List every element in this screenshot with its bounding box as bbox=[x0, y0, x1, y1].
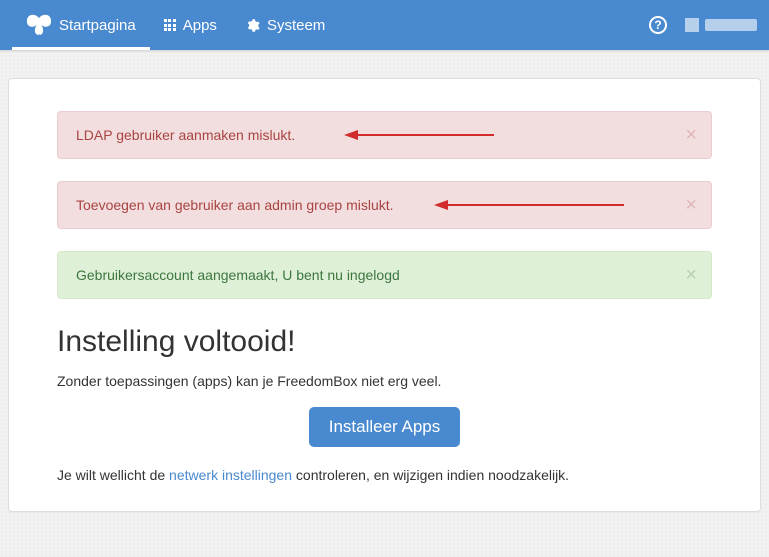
hint-suffix: controleren, en wijzigen indien noodzake… bbox=[292, 467, 569, 483]
nav-system[interactable]: Systeem bbox=[231, 0, 339, 50]
close-icon[interactable]: × bbox=[685, 195, 697, 215]
alert-admin-group-fail: Toevoegen van gebruiker aan admin groep … bbox=[57, 181, 712, 229]
alert-text: Gebruikersaccount aangemaakt, U bent nu … bbox=[76, 267, 400, 283]
nav-home[interactable]: Startpagina bbox=[12, 0, 150, 50]
hint-prefix: Je wilt wellicht de bbox=[57, 467, 169, 483]
network-settings-link[interactable]: netwerk instellingen bbox=[169, 467, 292, 483]
top-navbar: Startpagina Apps Systeem ? bbox=[0, 0, 769, 50]
butterfly-icon bbox=[26, 14, 52, 36]
apps-grid-icon bbox=[164, 19, 176, 31]
main-panel: LDAP gebruiker aanmaken mislukt. × Toevo… bbox=[8, 78, 761, 512]
nav-home-label: Startpagina bbox=[59, 17, 136, 34]
nav-system-label: Systeem bbox=[267, 17, 325, 34]
nav-apps-label: Apps bbox=[183, 17, 217, 34]
alert-text: LDAP gebruiker aanmaken mislukt. bbox=[76, 127, 295, 143]
gear-icon bbox=[245, 18, 260, 33]
page-title: Instelling voltooid! bbox=[57, 325, 712, 359]
nav-apps[interactable]: Apps bbox=[150, 0, 231, 50]
alert-account-created: Gebruikersaccount aangemaakt, U bent nu … bbox=[57, 251, 712, 299]
annotation-arrow-icon bbox=[344, 128, 494, 142]
page-subtext: Zonder toepassingen (apps) kan je Freedo… bbox=[57, 373, 712, 389]
install-apps-button[interactable]: Installeer Apps bbox=[309, 407, 461, 447]
annotation-arrow-icon bbox=[434, 198, 624, 212]
install-row: Installeer Apps bbox=[57, 407, 712, 447]
nav-left: Startpagina Apps Systeem bbox=[12, 0, 339, 50]
alert-ldap-fail: LDAP gebruiker aanmaken mislukt. × bbox=[57, 111, 712, 159]
alert-text: Toevoegen van gebruiker aan admin groep … bbox=[76, 197, 394, 213]
nav-right: ? bbox=[649, 0, 757, 50]
help-icon[interactable]: ? bbox=[649, 16, 667, 34]
close-icon[interactable]: × bbox=[685, 265, 697, 285]
user-name-placeholder bbox=[705, 19, 757, 31]
user-avatar-icon bbox=[685, 18, 699, 32]
hint-text: Je wilt wellicht de netwerk instellingen… bbox=[57, 467, 712, 483]
user-menu[interactable] bbox=[685, 18, 757, 32]
close-icon[interactable]: × bbox=[685, 125, 697, 145]
page-body: LDAP gebruiker aanmaken mislukt. × Toevo… bbox=[0, 50, 769, 557]
